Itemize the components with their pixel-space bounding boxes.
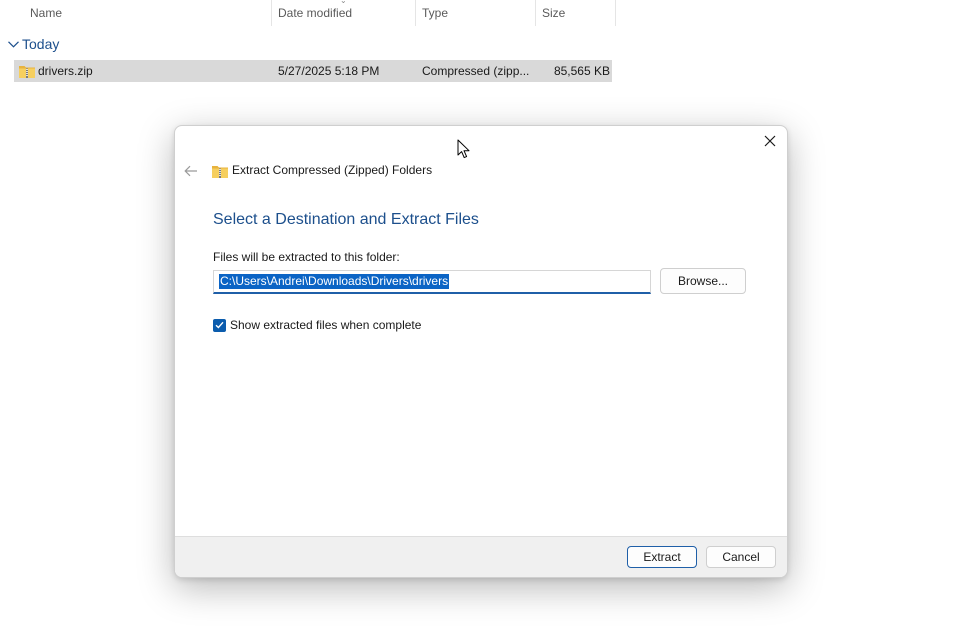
dialog-footer: Extract Cancel — [175, 536, 787, 577]
chevron-down-icon[interactable] — [6, 34, 20, 54]
cancel-button[interactable]: Cancel — [706, 546, 776, 568]
destination-input-value: C:\Users\Andrei\Downloads\Drivers\driver… — [219, 274, 450, 289]
zip-folder-icon — [18, 63, 36, 79]
column-header-size-label: Size — [542, 6, 566, 20]
destination-label: Files will be extracted to this folder: — [213, 250, 400, 264]
column-header-type-label: Type — [422, 6, 449, 20]
mouse-cursor-icon — [457, 139, 470, 159]
file-row[interactable]: drivers.zip 5/27/2025 5:18 PM Compressed… — [14, 60, 612, 82]
close-icon — [764, 135, 776, 147]
zip-folder-icon — [211, 163, 229, 179]
close-button[interactable] — [753, 126, 787, 156]
show-files-checkbox[interactable] — [213, 318, 226, 332]
dialog-heading: Select a Destination and Extract Files — [213, 211, 479, 228]
group-header-today[interactable]: Today — [6, 34, 59, 54]
destination-input[interactable]: C:\Users\Andrei\Downloads\Drivers\driver… — [213, 270, 651, 294]
column-header-name[interactable]: Name — [24, 0, 272, 26]
back-button[interactable] — [181, 162, 201, 180]
file-name: drivers.zip — [38, 64, 93, 78]
column-header-row: Name ⌄ Date modified Type Size — [0, 0, 616, 26]
dialog-title: Extract Compressed (Zipped) Folders — [232, 163, 433, 177]
column-header-date-modified[interactable]: ⌄ Date modified — [272, 0, 416, 26]
column-header-size[interactable]: Size — [536, 0, 616, 26]
checkmark-icon — [215, 321, 224, 329]
file-date-modified: 5/27/2025 5:18 PM — [278, 64, 380, 78]
extract-dialog: Extract Compressed (Zipped) Folders Sele… — [174, 125, 788, 578]
column-header-name-label: Name — [30, 6, 63, 20]
show-files-option[interactable]: Show extracted files when complete — [213, 317, 421, 333]
column-header-date-label: Date modified — [278, 6, 353, 20]
file-size: 85,565 KB — [553, 64, 610, 78]
file-type: Compressed (zipp... — [422, 64, 530, 78]
back-arrow-icon — [184, 165, 197, 177]
column-header-type[interactable]: Type — [416, 0, 536, 26]
browse-button[interactable]: Browse... — [660, 268, 746, 294]
sort-caret-icon: ⌄ — [340, 0, 347, 5]
group-title: Today — [22, 36, 60, 52]
extract-button[interactable]: Extract — [627, 546, 697, 568]
show-files-label: Show extracted files when complete — [230, 318, 422, 332]
